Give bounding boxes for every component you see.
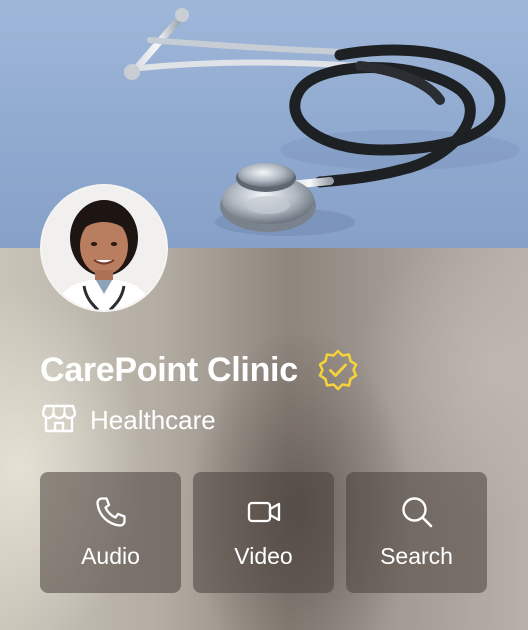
avatar[interactable] bbox=[40, 184, 168, 312]
doctor-portrait bbox=[42, 186, 166, 310]
clinic-name: CarePoint Clinic bbox=[40, 350, 298, 389]
video-label: Video bbox=[234, 543, 293, 569]
search-icon bbox=[400, 495, 434, 529]
category-row: Healthcare bbox=[41, 402, 216, 439]
audio-label: Audio bbox=[81, 543, 140, 569]
storefront-icon bbox=[41, 402, 77, 439]
video-call-button[interactable]: Video bbox=[193, 472, 334, 593]
search-label: Search bbox=[380, 543, 453, 569]
video-camera-icon bbox=[247, 495, 281, 529]
search-button[interactable]: Search bbox=[346, 472, 487, 593]
action-bar: Audio Video Search bbox=[40, 472, 487, 593]
profile-card: CarePoint Clinic Healthcare Audio Video … bbox=[0, 0, 528, 630]
title-row: CarePoint Clinic bbox=[40, 348, 360, 392]
phone-icon bbox=[94, 495, 128, 529]
verified-badge-icon bbox=[316, 348, 360, 392]
category-label: Healthcare bbox=[90, 405, 216, 435]
audio-call-button[interactable]: Audio bbox=[40, 472, 181, 593]
